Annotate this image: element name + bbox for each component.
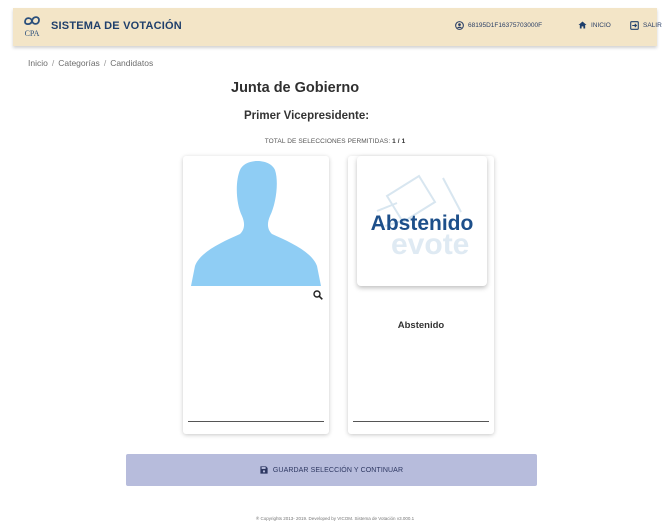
candidate-photo[interactable] bbox=[190, 156, 322, 286]
breadcrumb: Inicio / Categorías / Candidatos bbox=[28, 58, 153, 68]
candidate-card[interactable] bbox=[183, 156, 329, 434]
home-link[interactable]: INICIO bbox=[578, 21, 611, 29]
zoom-search-icon[interactable] bbox=[313, 290, 323, 300]
breadcrumb-item-candidatos: Candidatos bbox=[110, 58, 154, 68]
position-title: Primer Vicepresidente: bbox=[244, 110, 370, 122]
app-title: SISTEMA DE VOTACIÓN bbox=[51, 20, 182, 32]
home-icon bbox=[578, 21, 587, 29]
selections-allowed: TOTAL DE SELECCIONES PERMITIDAS: 1 / 1 bbox=[0, 138, 670, 145]
top-navbar: CPA SISTEMA DE VOTACIÓN 68195D1F16375703… bbox=[13, 8, 662, 46]
logout-icon bbox=[630, 21, 639, 30]
card-divider bbox=[353, 421, 489, 422]
breadcrumb-separator: / bbox=[51, 58, 55, 68]
card-divider bbox=[188, 421, 324, 422]
selections-count: 1 / 1 bbox=[392, 138, 406, 145]
abstain-image-text: Abstenido bbox=[370, 212, 474, 235]
footer-copyright: ® Copyrights 2013- 2019. Developed by VI… bbox=[255, 516, 415, 521]
logout-label: SALIR bbox=[643, 22, 662, 29]
breadcrumb-item-categorias[interactable]: Categorías bbox=[58, 58, 100, 68]
selections-label: TOTAL DE SELECCIONES PERMITIDAS: bbox=[264, 138, 391, 145]
candidate-card-abstain[interactable]: evote Abstenido Abstenido bbox=[348, 156, 494, 434]
home-label: INICIO bbox=[591, 21, 611, 29]
person-silhouette-icon bbox=[191, 161, 321, 286]
abstain-image[interactable]: evote Abstenido bbox=[357, 156, 487, 286]
candidate-name: Abstenido bbox=[397, 320, 445, 331]
save-button-label: GUARDAR SELECCIÓN Y CONTINUAR bbox=[272, 466, 404, 474]
user-menu[interactable]: 68195D1F16375703000F bbox=[455, 21, 542, 30]
save-disk-icon bbox=[260, 466, 268, 474]
user-circle-icon bbox=[455, 21, 464, 30]
save-continue-button[interactable]: GUARDAR SELECCIÓN Y CONTINUAR bbox=[126, 454, 537, 486]
logout-link[interactable]: SALIR bbox=[630, 21, 662, 30]
breadcrumb-separator: / bbox=[103, 58, 107, 68]
page-title: Junta de Gobierno bbox=[231, 80, 360, 96]
logo-text: CPA bbox=[24, 29, 40, 38]
user-id-label: 68195D1F16375703000F bbox=[468, 22, 543, 29]
breadcrumb-item-inicio[interactable]: Inicio bbox=[28, 58, 48, 68]
cpa-logo[interactable]: CPA bbox=[20, 13, 44, 41]
infinity-logo-icon bbox=[24, 16, 40, 26]
